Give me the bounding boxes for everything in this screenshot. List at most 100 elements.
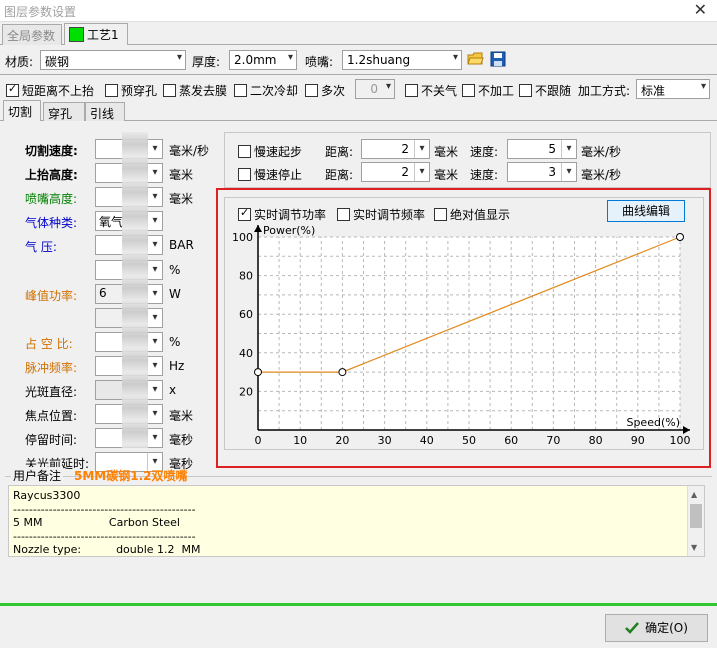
- chevron-down-icon: ▾: [452, 52, 458, 63]
- thickness-label: 厚度:: [192, 55, 221, 69]
- stop-distance-input[interactable]: 2 ▾: [361, 162, 430, 182]
- pre-pierce-checkbox[interactable]: 预穿孔: [105, 82, 157, 99]
- start-speed-input[interactable]: 5 ▾: [507, 139, 577, 159]
- chevron-down-icon: ▾: [385, 81, 391, 92]
- notes-scrollbar[interactable]: ▲ ▼: [687, 486, 704, 556]
- power-speed-chart: 0 10 20 30 40 50 60 70 80 90 100 20 40 60 80 100 Power(%…: [232, 224, 691, 447]
- material-select[interactable]: 碳钢 ▾: [40, 50, 186, 70]
- short-no-lift-checkbox[interactable]: 短距离不上抬: [6, 82, 94, 99]
- chevron-down-icon: ▾: [414, 140, 429, 158]
- notes-textarea[interactable]: Raycus3300 ------------------------------…: [8, 485, 705, 557]
- checkbox-icon: [234, 84, 247, 97]
- start-speed-value: 5: [548, 142, 556, 156]
- x-tick-label: 60: [504, 434, 518, 447]
- curve-edit-button[interactable]: 曲线编辑: [607, 200, 685, 222]
- realtime-frequency-checkbox[interactable]: 实时调节频率: [337, 206, 425, 223]
- param-value: 氧气: [99, 215, 124, 229]
- param-unit: BAR: [169, 238, 194, 252]
- param-label: 焦点位置:: [25, 409, 78, 423]
- checkbox-icon: [434, 208, 447, 221]
- material-value: 碳钢: [45, 55, 70, 69]
- x-tick-label: 40: [420, 434, 434, 447]
- checkbox-icon: [462, 84, 475, 97]
- start-speed-label: 速度:: [470, 145, 499, 159]
- absolute-display-checkbox[interactable]: 绝对值显示: [434, 206, 510, 223]
- tab-lead[interactable]: 引线: [85, 102, 125, 121]
- param-unit: %: [169, 335, 181, 349]
- x-tick-label: 0: [255, 434, 262, 447]
- param-unit: x: [169, 383, 177, 397]
- multi-checkbox[interactable]: 多次: [305, 82, 345, 99]
- tab-cut[interactable]: 切割: [3, 100, 41, 121]
- x-tick-label: 70: [546, 434, 560, 447]
- y-tick-label: 100: [232, 231, 253, 244]
- param-label: 峰值功率:: [25, 289, 78, 303]
- process-mode-select[interactable]: 标准 ▾: [636, 79, 710, 99]
- param-label: 气 压:: [25, 240, 57, 254]
- x-tick-label: 10: [293, 434, 307, 447]
- x-tick-label: 80: [589, 434, 603, 447]
- checkbox-checked-icon: [238, 206, 251, 221]
- y-tick-label: 80: [239, 270, 253, 283]
- param-unit: %: [169, 263, 181, 277]
- chevron-down-icon: ▾: [147, 309, 162, 327]
- chevron-down-icon: ▾: [176, 52, 182, 63]
- chevron-down-icon: ▾: [147, 164, 162, 182]
- y-tick-label: 20: [239, 385, 253, 398]
- scroll-thumb[interactable]: [690, 504, 702, 528]
- ok-button[interactable]: 确定(O): [605, 614, 708, 642]
- thickness-select[interactable]: 2.0mm ▾: [229, 50, 297, 70]
- multi-count-value: 0: [370, 82, 378, 96]
- tab-process-1[interactable]: 工艺1: [64, 23, 128, 45]
- no-process-checkbox[interactable]: 不加工: [462, 82, 514, 99]
- scroll-down-icon[interactable]: ▼: [691, 543, 697, 552]
- x-tick-label: 20: [335, 434, 349, 447]
- realtime-power-checkbox[interactable]: 实时调节功率: [238, 206, 326, 223]
- secondary-cooling-checkbox[interactable]: 二次冷却: [234, 82, 298, 99]
- start-distance-input[interactable]: 2 ▾: [361, 139, 430, 159]
- tab-process-label: 工艺1: [87, 28, 119, 42]
- stop-speed-input[interactable]: 3 ▾: [507, 162, 577, 182]
- chevron-down-icon: ▾: [147, 140, 162, 158]
- chevron-down-icon: ▾: [700, 81, 706, 92]
- checkbox-icon: [305, 84, 318, 97]
- chevron-down-icon: ▾: [147, 236, 162, 254]
- chevron-down-icon: ▾: [561, 163, 576, 181]
- stop-speed-unit: 毫米/秒: [581, 168, 622, 182]
- absolute-display-label: 绝对值显示: [450, 208, 511, 222]
- tab-global-params[interactable]: 全局参数: [2, 24, 62, 45]
- multi-label: 多次: [321, 84, 346, 98]
- multi-count-select[interactable]: 0 ▾: [355, 79, 395, 99]
- param-label: 占 空 比:: [25, 337, 73, 351]
- evaporate-film-checkbox[interactable]: 蒸发去膜: [163, 82, 227, 99]
- param-unit: W: [169, 287, 181, 301]
- param-unit: 毫米: [169, 168, 194, 182]
- save-icon[interactable]: [490, 51, 506, 67]
- slow-start-checkbox[interactable]: 慢速起步: [238, 143, 302, 160]
- notes-content: Raycus3300 ------------------------------…: [9, 486, 704, 556]
- slow-stop-checkbox[interactable]: 慢速停止: [238, 166, 302, 183]
- no-gas-off-checkbox[interactable]: 不关气: [405, 82, 457, 99]
- checkbox-icon: [163, 84, 176, 97]
- y-axis-label: Power(%): [263, 224, 315, 237]
- checkbox-checked-icon: [6, 82, 19, 97]
- x-tick-label: 30: [378, 434, 392, 447]
- param-unit: Hz: [169, 359, 185, 373]
- nozzle-select[interactable]: 1.2shuang ▾: [342, 50, 462, 70]
- tab-pierce[interactable]: 穿孔: [43, 102, 85, 121]
- open-folder-icon[interactable]: [467, 50, 484, 67]
- chevron-down-icon: ▾: [147, 381, 162, 399]
- start-distance-label: 距离:: [325, 145, 354, 159]
- no-follow-checkbox[interactable]: 不跟随: [519, 82, 571, 99]
- obscured-values: [122, 132, 148, 448]
- close-button[interactable]: ✕: [694, 0, 707, 19]
- param-label: 上抬高度:: [25, 168, 78, 182]
- param-unit: 毫米: [169, 409, 194, 423]
- checkbox-icon: [337, 208, 350, 221]
- scroll-up-icon[interactable]: ▲: [691, 490, 697, 499]
- chevron-down-icon: ▾: [414, 163, 429, 181]
- start-speed-unit: 毫米/秒: [581, 145, 622, 159]
- chevron-down-icon: ▾: [147, 261, 162, 279]
- slow-start-label: 慢速起步: [254, 145, 303, 159]
- tab-cut-label: 切割: [8, 105, 33, 119]
